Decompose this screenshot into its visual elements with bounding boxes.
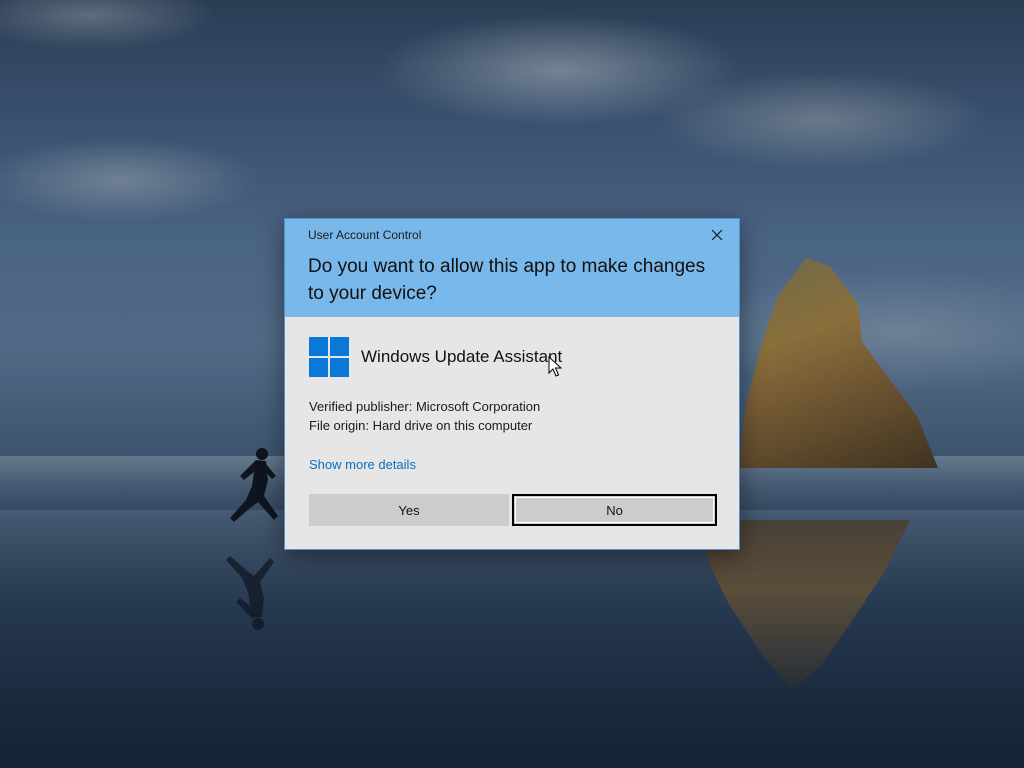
uac-question: Do you want to allow this app to make ch… <box>308 256 706 304</box>
uac-header: User Account Control Do you want to allo… <box>285 219 739 317</box>
yes-button[interactable]: Yes <box>309 494 509 526</box>
show-more-details-link[interactable]: Show more details <box>309 457 416 472</box>
mouse-cursor-icon <box>548 356 562 377</box>
desktop-background: User Account Control Do you want to allo… <box>0 0 1024 768</box>
no-button[interactable]: No <box>512 494 717 526</box>
window-title: User Account Control <box>308 228 422 242</box>
uac-dialog: User Account Control Do you want to allo… <box>285 219 739 549</box>
app-info: Windows Update Assistant <box>309 337 562 377</box>
close-button[interactable] <box>703 223 731 247</box>
yes-button-label: Yes <box>398 502 420 518</box>
wallpaper-runner-reflection <box>226 556 274 630</box>
file-origin-text: File origin: Hard drive on this computer <box>309 418 533 433</box>
close-icon <box>711 229 723 241</box>
publisher-text: Verified publisher: Microsoft Corporatio… <box>309 399 541 414</box>
wallpaper-runner <box>230 448 278 522</box>
windows-logo-icon <box>309 337 349 377</box>
app-name: Windows Update Assistant <box>361 347 563 366</box>
no-button-label: No <box>606 502 623 518</box>
